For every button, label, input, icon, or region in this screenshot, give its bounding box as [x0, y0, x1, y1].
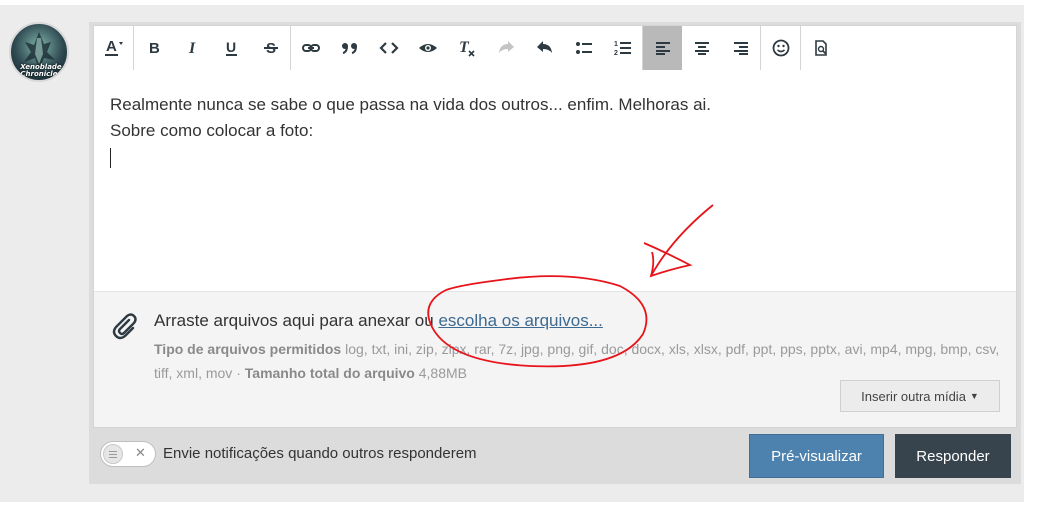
info-separator: · — [232, 365, 245, 381]
numbered-list-button[interactable]: 12 — [603, 26, 642, 70]
code-icon — [378, 42, 399, 54]
bold-icon: B — [149, 40, 160, 57]
svg-text:T: T — [459, 39, 470, 56]
align-center-icon — [694, 42, 709, 55]
numbered-list-icon: 12 — [614, 41, 631, 57]
message-line: Sobre como colocar a foto: — [110, 121, 314, 140]
italic-icon: I — [188, 40, 196, 57]
svg-text:1: 1 — [614, 41, 618, 48]
editor: A B I U S — [93, 25, 1017, 428]
spoiler-button[interactable] — [408, 26, 447, 70]
toggle-knob — [103, 444, 123, 464]
strikethrough-icon: S — [263, 40, 278, 57]
quote-icon — [341, 43, 357, 54]
preview-button[interactable]: Pré-visualizar — [749, 434, 884, 478]
message-line: Realmente nunca se sabe o que passa na v… — [110, 95, 712, 114]
link-button[interactable] — [291, 26, 330, 70]
align-left-icon — [655, 42, 670, 55]
redo-button[interactable] — [486, 26, 525, 70]
bold-button[interactable]: B — [134, 26, 173, 70]
bullet-list-icon — [575, 42, 592, 54]
remove-format-button[interactable]: T — [447, 26, 486, 70]
reply-button[interactable]: Responder — [895, 434, 1011, 478]
quote-button[interactable] — [330, 26, 369, 70]
file-size-value: 4,88MB — [418, 365, 467, 381]
undo-button[interactable] — [525, 26, 564, 70]
file-size-label: Tamanho total do arquivo — [244, 365, 415, 381]
attach-instructions: Arraste arquivos aqui para anexar ou esc… — [154, 311, 603, 331]
eye-icon — [418, 44, 437, 52]
attach-drop-text: Arraste arquivos aqui para anexar ou — [154, 311, 439, 330]
bullet-list-button[interactable] — [564, 26, 603, 70]
user-avatar[interactable]: Xenoblade Chronicles — [9, 22, 69, 82]
caret-down-icon: ▼ — [969, 391, 979, 401]
underline-button[interactable]: U — [212, 26, 251, 70]
notify-toggle[interactable]: ✕ — [100, 441, 156, 467]
undo-icon — [536, 41, 552, 53]
strikethrough-button[interactable]: S — [251, 26, 290, 70]
insert-media-button[interactable]: Inserir outra mídia ▼ — [840, 380, 1000, 412]
preview-icon — [814, 40, 827, 56]
svg-text:B: B — [149, 40, 160, 57]
text-color-button[interactable]: A — [94, 26, 133, 70]
smiley-icon — [772, 39, 789, 57]
avatar-badge-text: Xenoblade Chronicles — [20, 63, 62, 78]
svg-text:A: A — [106, 38, 117, 55]
clear-format-icon: T — [459, 39, 475, 57]
underline-icon: U — [225, 39, 237, 56]
code-button[interactable] — [369, 26, 408, 70]
redo-icon — [498, 41, 514, 53]
attachment-dropzone[interactable]: Arraste arquivos aqui para anexar ou esc… — [94, 291, 1016, 427]
file-types-label: Tipo de arquivos permitidos — [154, 341, 342, 357]
svg-text:2: 2 — [614, 50, 618, 57]
editor-container: A B I U S — [89, 22, 1021, 484]
align-right-icon — [733, 42, 748, 55]
italic-button[interactable]: I — [173, 26, 212, 70]
text-caret — [110, 148, 111, 168]
paperclip-icon — [112, 313, 137, 340]
align-center-button[interactable] — [682, 26, 721, 70]
text-color-icon: A — [104, 38, 123, 56]
notify-label: Envie notificações quando outros respond… — [163, 445, 477, 462]
emoji-button[interactable] — [761, 26, 800, 70]
preview-toggle-button[interactable] — [801, 26, 840, 70]
message-textarea[interactable]: Realmente nunca se sabe o que passa na v… — [94, 70, 1016, 291]
align-right-button[interactable] — [721, 26, 760, 70]
svg-text:I: I — [188, 40, 196, 57]
insert-media-label: Inserir outra mídia — [861, 388, 966, 404]
svg-text:U: U — [226, 39, 236, 55]
allowed-file-types: Tipo de arquivos permitidos log, txt, in… — [154, 337, 1004, 385]
align-left-button[interactable] — [643, 26, 682, 70]
link-icon — [301, 44, 320, 52]
editor-toolbar: A B I U S — [94, 26, 1016, 70]
choose-files-link[interactable]: escolha os arquivos... — [438, 311, 602, 330]
toggle-off-icon: ✕ — [135, 445, 146, 460]
